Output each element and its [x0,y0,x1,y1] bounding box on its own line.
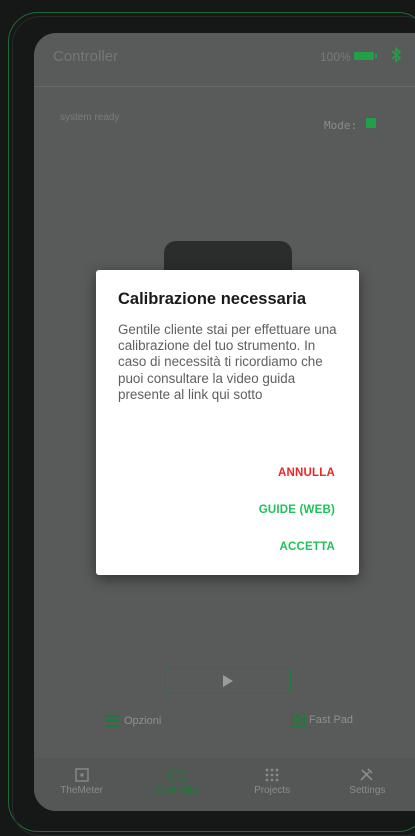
guide-web-button[interactable]: GUIDE (WEB) [259,504,335,516]
nav-label-projects: Projects [254,785,291,796]
gamepad-icon [167,770,186,781]
nav-item-settings[interactable]: Settings [320,758,415,811]
mode-indicator[interactable] [366,118,376,128]
fastpad-button[interactable]: Fast Pad [291,713,353,727]
top-bar: Controller 100% [34,33,415,85]
battery-icon [354,52,377,60]
fastpad-icon [291,713,305,727]
cancel-button[interactable]: ANNULLA [278,467,335,479]
list-icon [106,715,119,727]
battery-percent: 100% [320,50,351,64]
mode-label: Mode: [324,119,358,132]
dialog-title: Calibrazione necessaria [118,290,307,308]
options-label: Opzioni [124,715,162,727]
top-divider [34,86,415,87]
play-button[interactable] [165,667,291,694]
status-text: system ready [60,112,120,123]
app-title: Controller [53,48,119,65]
play-icon [223,674,233,687]
accept-button[interactable]: ACCETTA [280,541,336,553]
options-button[interactable]: Opzioni [106,715,161,727]
nav-label-controller: Controller [155,785,199,796]
nav-label-settings: Settings [349,785,386,796]
calibration-dialog: Calibrazione necessaria Gentile cliente … [96,270,359,575]
nav-item-controller[interactable]: Controller [129,758,224,811]
bluetooth-icon[interactable] [390,46,402,64]
grid-icon [265,768,279,782]
tools-icon [360,768,373,781]
nav-item-projects[interactable]: Projects [225,758,320,811]
fastpad-label: Fast Pad [309,714,354,726]
bottom-nav: TheMeter Controller Projects Settings [34,758,415,811]
meter-icon [74,768,89,782]
dialog-message: Gentile cliente stai per effettuare una … [118,322,337,402]
nav-item-themeter[interactable]: TheMeter [34,758,129,811]
nav-label-themeter: TheMeter [60,785,104,796]
